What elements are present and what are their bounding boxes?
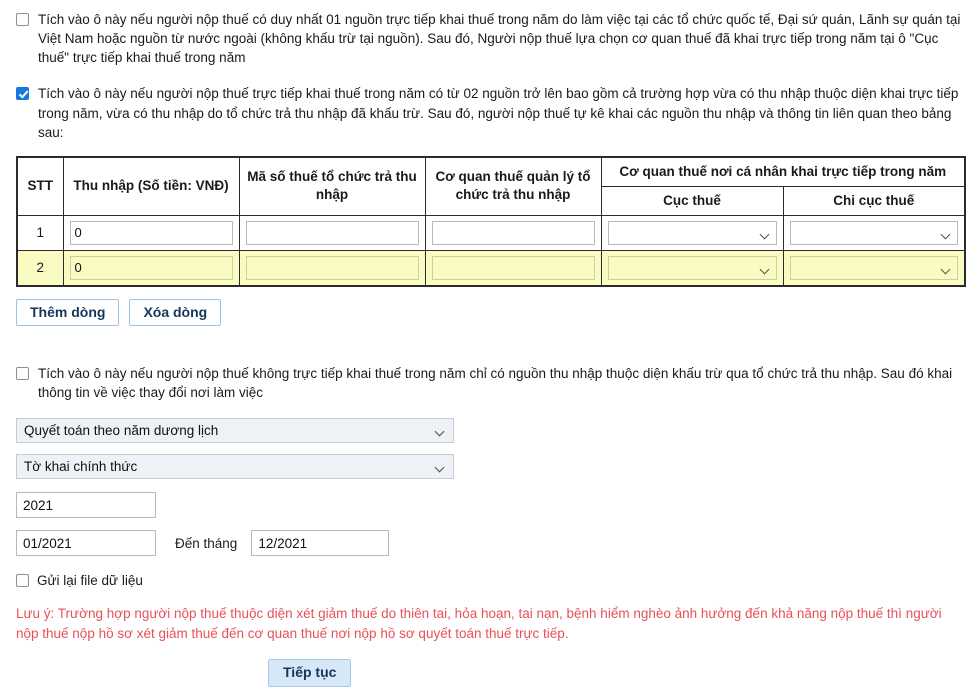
- resend-file-row[interactable]: Gửi lại file dữ liệu: [16, 573, 963, 588]
- tax-declaration-form: Tích vào ô này nếu người nộp thuế có duy…: [0, 0, 973, 700]
- month-range-row: Đến tháng: [16, 530, 963, 557]
- year-input[interactable]: [16, 492, 156, 519]
- header-department: Cục thuế: [600, 185, 784, 216]
- row-index: 1: [16, 214, 64, 251]
- income-table: STT Thu nhập (Số tiền: VNĐ) Mã số thuế t…: [16, 155, 966, 287]
- declaration-type-select[interactable]: Tờ khai chính thức: [16, 454, 454, 480]
- tax-code-input-row-2[interactable]: [245, 255, 419, 280]
- row-action-buttons: Thêm dòng Xóa dòng: [16, 298, 963, 326]
- option-single-source-row[interactable]: Tích vào ô này nếu người nộp thuế có duy…: [16, 10, 963, 67]
- header-sub-department: Chi cục thuế: [782, 185, 966, 216]
- checkbox-single-source[interactable]: [16, 13, 29, 26]
- continue-button[interactable]: Tiếp tục: [268, 659, 352, 687]
- header-tax-code: Mã số thuế tổ chức trả thu nhập: [238, 156, 426, 216]
- row-index: 2: [16, 249, 64, 287]
- header-stt: STT: [16, 156, 64, 216]
- income-input-row-2[interactable]: [69, 255, 233, 280]
- table-header-row-1: STT Thu nhập (Số tiền: VNĐ) Mã số thuế t…: [16, 156, 966, 216]
- income-input-row-1[interactable]: [69, 220, 233, 245]
- settlement-type-select[interactable]: Quyết toán theo năm dương lịch: [16, 418, 454, 444]
- delete-row-button[interactable]: Xóa dòng: [129, 298, 222, 326]
- department-select-row-2[interactable]: [607, 255, 777, 280]
- month-from-input[interactable]: [16, 530, 156, 557]
- tax-code-input-row-1[interactable]: [245, 220, 419, 245]
- table-row[interactable]: 2: [16, 249, 966, 287]
- header-direct-agency: Cơ quan thuế nơi cá nhân khai trực tiếp …: [600, 156, 966, 187]
- sub-department-select-row-2[interactable]: [789, 255, 958, 280]
- month-to-label: Đến tháng: [175, 535, 238, 551]
- income-table-wrapper: STT Thu nhập (Số tiền: VNĐ) Mã số thuế t…: [16, 155, 966, 287]
- add-row-button[interactable]: Thêm dòng: [16, 298, 120, 326]
- option-withheld-only-row[interactable]: Tích vào ô này nếu người nộp thuế không …: [16, 364, 963, 402]
- checkbox-multi-source[interactable]: [16, 87, 29, 101]
- header-managing-agency: Cơ quan thuế quản lý tổ chức trả thu nhậ…: [424, 156, 602, 216]
- warning-note: Lưu ý: Trường hợp người nộp thuế thuộc d…: [16, 606, 942, 641]
- department-select-row-1[interactable]: [607, 220, 777, 245]
- option-withheld-only-label: Tích vào ô này nếu người nộp thuế không …: [38, 365, 953, 401]
- option-multi-source-label: Tích vào ô này nếu người nộp thuế trực t…: [38, 86, 959, 140]
- managing-agency-input-row-1[interactable]: [431, 220, 595, 245]
- submit-wrapper: Tiếp tục: [16, 659, 963, 687]
- sub-department-select-row-1[interactable]: [789, 220, 958, 245]
- table-row[interactable]: 1: [16, 214, 966, 251]
- managing-agency-input-row-2[interactable]: [431, 255, 595, 280]
- header-income: Thu nhập (Số tiền: VNĐ): [62, 156, 240, 216]
- checkbox-resend-file[interactable]: [16, 574, 29, 588]
- option-single-source-label: Tích vào ô này nếu người nộp thuế có duy…: [38, 12, 961, 66]
- option-multi-source-row[interactable]: Tích vào ô này nếu người nộp thuế trực t…: [16, 84, 963, 141]
- checkbox-withheld-only[interactable]: [16, 366, 29, 380]
- resend-file-label: Gửi lại file dữ liệu: [37, 573, 143, 589]
- month-to-input[interactable]: [251, 530, 390, 557]
